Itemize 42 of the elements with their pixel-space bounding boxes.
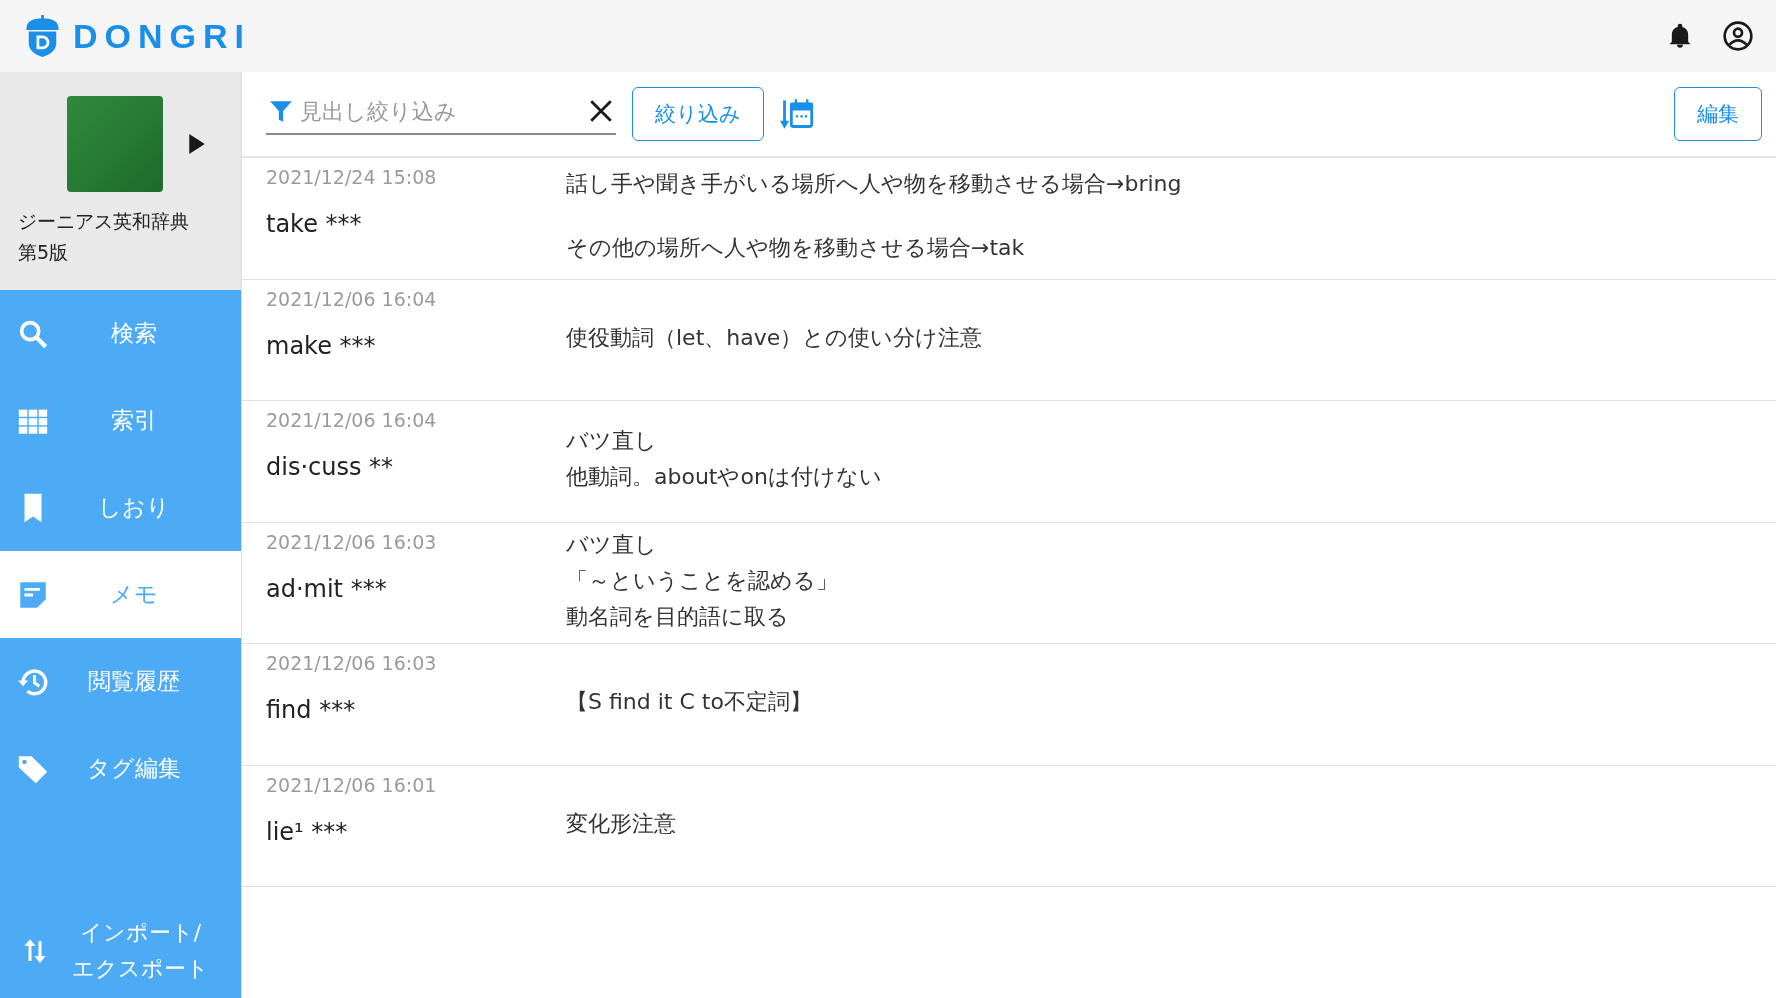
memo-date: 2021/12/06 16:04 <box>266 409 438 431</box>
sidebar-nav-item[interactable]: 閲覧履歴 <box>0 638 241 725</box>
account-icon[interactable] <box>1722 20 1754 52</box>
memo-date: 2021/12/24 15:08 <box>266 166 438 188</box>
memo-headword: find *** <box>266 696 357 724</box>
filter-button[interactable]: 絞り込み <box>632 87 764 141</box>
filter-icon <box>268 98 294 124</box>
book-title: ジーニアス英和辞典 第5版 <box>18 209 190 265</box>
memo-text: 使役動詞（let、have）との使い分け注意 <box>566 323 984 352</box>
play-arrow-icon[interactable] <box>189 134 205 154</box>
memo-date: 2021/12/06 16:01 <box>266 773 438 796</box>
sidebar-nav-item[interactable]: メモ <box>0 551 241 638</box>
memo-row[interactable]: 2021/12/06 16:03 ad·mit *** バツ直し 「～ということを認める」 動名詞を目的語に取る <box>242 522 1776 644</box>
memo-text: バツ直し 「～ということを認める」 動名詞を目的語に取る <box>566 530 839 631</box>
memo-text: 話し手や聞き手がいる場所へ人や物を移動させる場合→bring その他の場所へ人や物を移動させる場合→tak <box>566 170 1183 263</box>
memo-headword: ad·mit *** <box>266 574 388 603</box>
sidebar-nav-item[interactable]: しおり <box>0 464 241 551</box>
memo-headword: dis·cuss ** <box>266 453 395 481</box>
memo-row[interactable]: 2021/12/06 16:04 dis·cuss ** バツ直し 他動詞。aboutやonは付けない <box>242 401 1776 523</box>
memo-row[interactable]: 2021/12/06 16:01 lie¹ *** 変化形注意 <box>242 765 1776 887</box>
acorn-logo-icon <box>24 14 61 58</box>
memo-date: 2021/12/06 16:04 <box>266 287 438 310</box>
sidebar-nav-item[interactable]: タグ編集 <box>0 725 241 812</box>
sidebar-nav-item[interactable]: 索引 <box>0 377 241 464</box>
memo-headword: take *** <box>266 210 363 238</box>
memo-text: バツ直し 他動詞。aboutやonは付けない <box>566 427 883 492</box>
memo-text: 変化形注意 <box>566 809 677 838</box>
edit-button[interactable]: 編集 <box>1674 87 1762 141</box>
memo-text: 【S find it C to不定詞】 <box>566 688 813 717</box>
memo-date: 2021/12/06 16:03 <box>266 530 438 553</box>
headword-filter-field[interactable]: 見出し絞り込み <box>298 97 584 125</box>
import-export-nav-item[interactable]: インポート/ エクスポート <box>0 904 241 998</box>
memo-row[interactable]: 2021/12/06 16:04 make *** 使役動詞（let、have）との使い分け注意 <box>242 279 1776 401</box>
sort-by-date-icon[interactable] <box>780 97 814 131</box>
memo-headword: lie¹ *** <box>266 817 349 846</box>
memo-row[interactable]: 2021/12/06 16:03 find *** 【S find it C to不定詞】 <box>242 644 1776 766</box>
logo-text: DONGRI <box>73 16 251 56</box>
memo-headword: make *** <box>266 331 377 360</box>
memo-row[interactable]: 2021/12/24 15:08 take *** 話し手や聞き手がいる場所へ人や物を移動させる場合→bring その他の場所へ人や物を移動させる場合→tak <box>242 158 1776 280</box>
clear-icon[interactable] <box>588 98 614 124</box>
memo-date: 2021/12/06 16:03 <box>266 652 438 674</box>
sidebar-nav-item[interactable]: 検索 <box>0 290 241 377</box>
